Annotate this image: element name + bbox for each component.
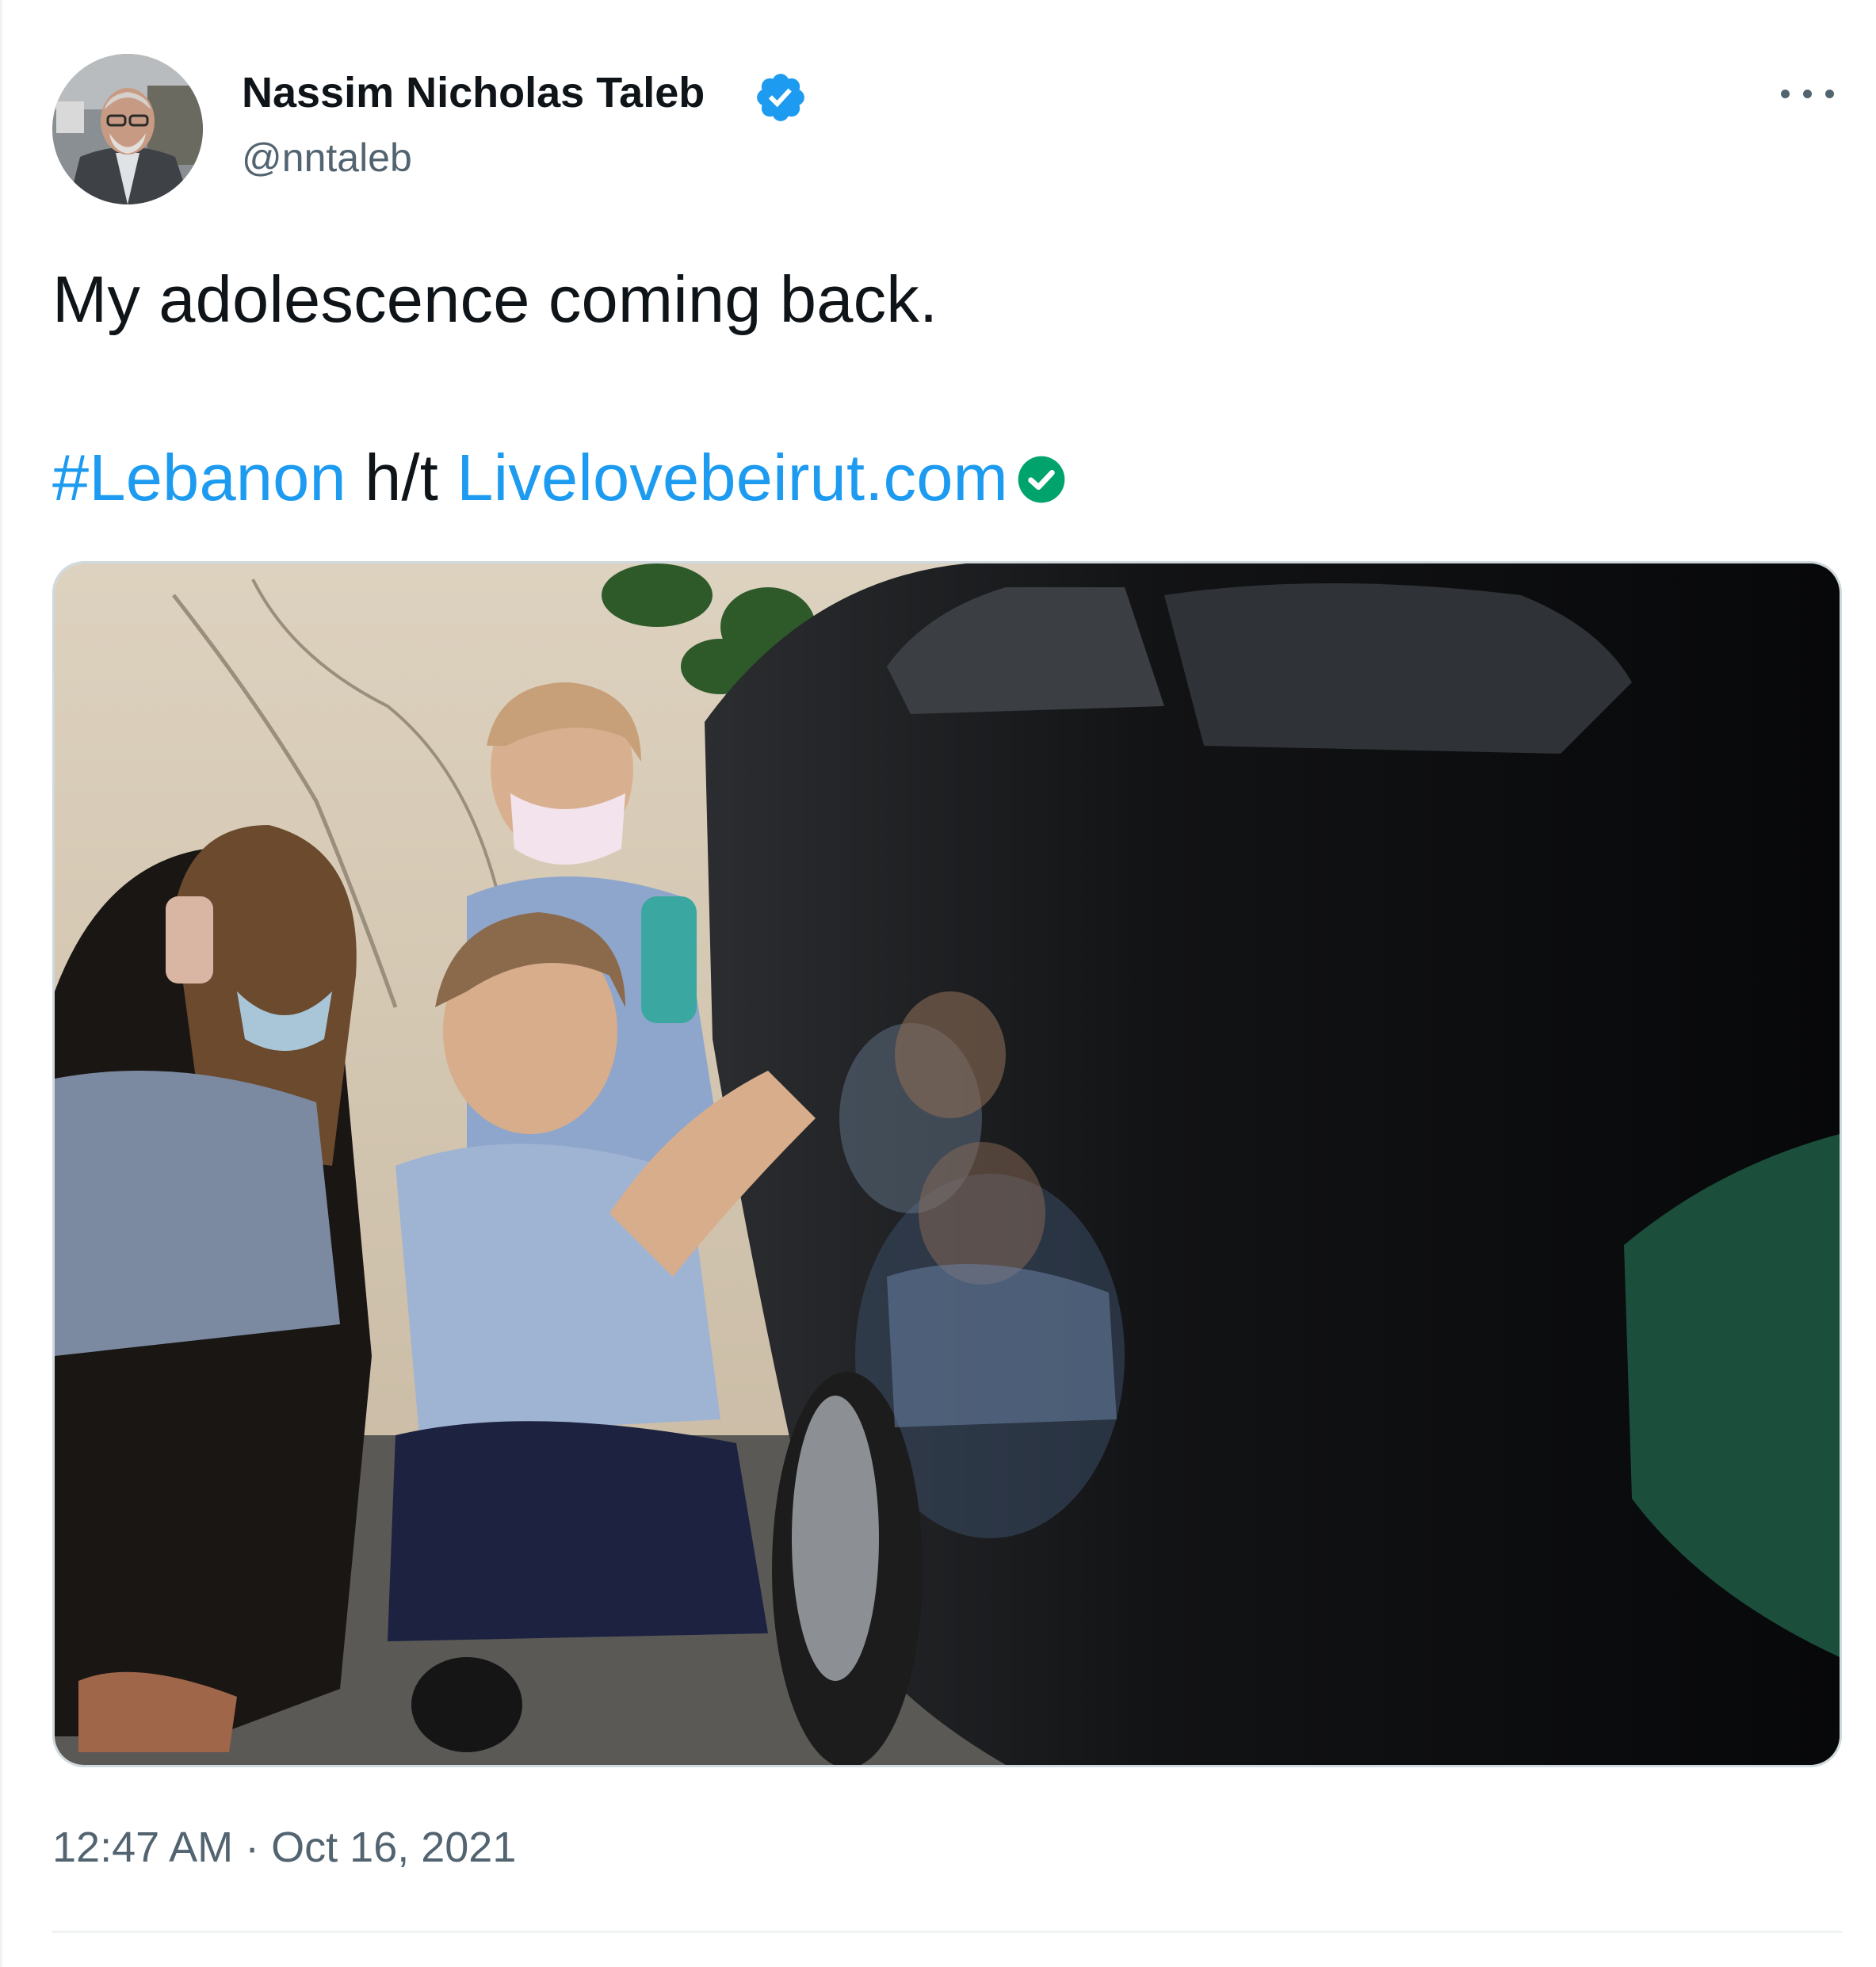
tweet-text-connector: h/t bbox=[346, 441, 457, 514]
divider bbox=[52, 1931, 1842, 1933]
tweet-photo[interactable] bbox=[52, 561, 1842, 1767]
author-name[interactable]: Nassim Nicholas Taleb bbox=[242, 68, 705, 117]
more-options-button[interactable] bbox=[1771, 71, 1843, 116]
timestamp-time: 12:47 AM bbox=[52, 1824, 234, 1871]
timestamp-date: Oct 16, 2021 bbox=[271, 1824, 517, 1871]
tweet-text-line-2: #Lebanon h/t Livelovebeirut.com bbox=[52, 440, 1067, 516]
photo-image bbox=[55, 563, 1840, 1765]
more-horizontal-icon bbox=[1781, 90, 1790, 98]
verified-badge-icon bbox=[757, 74, 804, 121]
verified-check-icon bbox=[1018, 456, 1065, 503]
hashtag-link[interactable]: #Lebanon bbox=[52, 441, 346, 514]
author-handle[interactable]: @nntaleb bbox=[242, 135, 412, 181]
tweet-timestamp[interactable]: 12:47 AM · Oct 16, 2021 bbox=[52, 1823, 516, 1872]
avatar[interactable] bbox=[52, 54, 203, 204]
tweet-card: Nassim Nicholas Taleb @nntaleb My adoles… bbox=[0, 0, 1876, 1967]
mention-link[interactable]: Livelovebeirut.com bbox=[457, 441, 1008, 514]
timestamp-separator: · bbox=[233, 1824, 272, 1871]
divider bbox=[0, 0, 2, 1967]
tweet-text: My adolescence coming back. bbox=[52, 262, 938, 336]
avatar-image bbox=[52, 54, 203, 204]
